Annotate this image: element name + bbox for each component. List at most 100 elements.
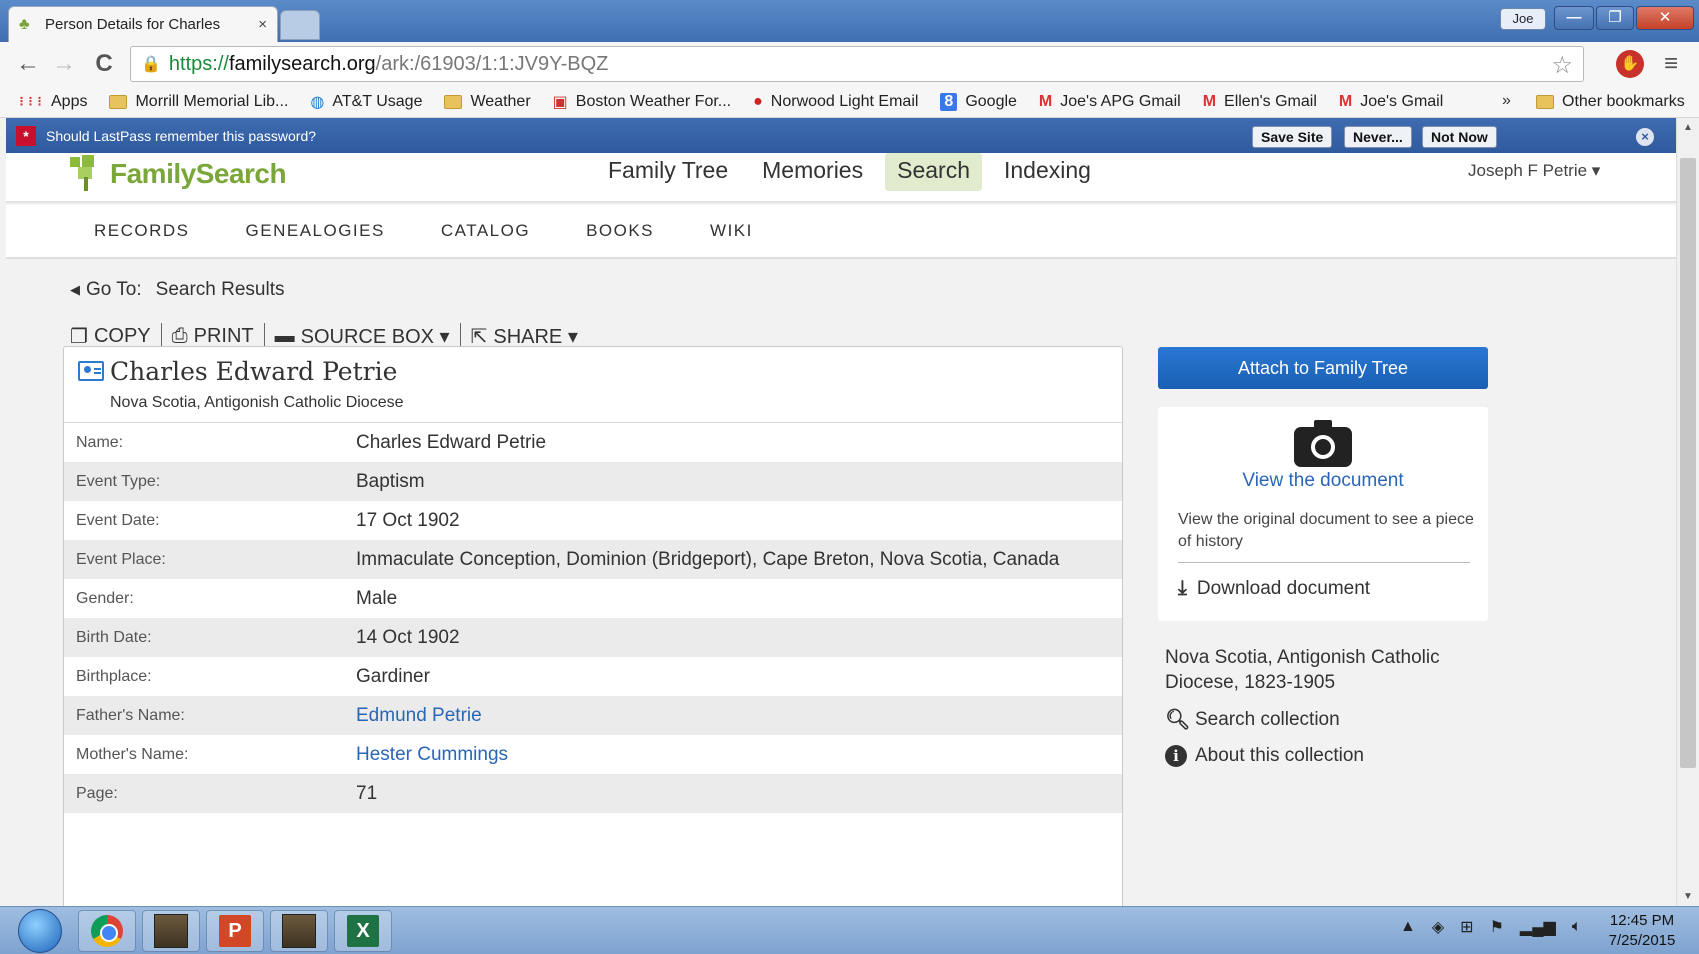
source-box-label: SOURCE BOX ▾ [300, 325, 450, 348]
bookmark-item[interactable]: M Joe's Gmail [1339, 93, 1443, 111]
page-scrollbar[interactable]: ▲ ▼ [1676, 118, 1699, 906]
folder-icon [1536, 95, 1554, 109]
bookmark-item[interactable]: ⋮⋮⋮ Apps [16, 93, 87, 111]
bookmark-item[interactable]: M Ellen's Gmail [1203, 93, 1317, 111]
subnav-genealogies[interactable]: GENEALOGIES [246, 221, 385, 241]
bookmark-item[interactable]: 8 Google [940, 92, 1017, 111]
info-icon: i [1165, 745, 1187, 767]
windows-flag-icon[interactable]: ⊞ [1460, 917, 1473, 937]
field-value: 14 Oct 1902 [356, 618, 1122, 657]
bookmark-label: Norwood Light Email [770, 92, 919, 110]
nav-indexing[interactable]: Indexing [992, 153, 1103, 191]
page-content: FamilySearch Family Tree Memories Search In… [6, 153, 1676, 906]
bookmark-item[interactable]: M Joe's APG Gmail [1039, 93, 1181, 111]
field-value-link[interactable]: Edmund Petrie [356, 696, 1122, 735]
lastpass-save-site-button[interactable]: Save Site [1252, 126, 1333, 148]
volume-icon[interactable]: 🔈︎ [1572, 918, 1582, 936]
forward-button[interactable]: → [50, 50, 78, 78]
start-button[interactable] [18, 909, 62, 953]
copy-button[interactable]: ❐ COPY [70, 324, 161, 349]
field-label: Event Type: [64, 462, 356, 501]
scrollbar-thumb[interactable] [1680, 158, 1696, 768]
field-value-link[interactable]: Hester Cummings [356, 735, 1122, 774]
close-window-button[interactable]: ✕ [1636, 6, 1694, 30]
table-row: Mother's Name: Hester Cummings [64, 735, 1122, 774]
scroll-down-icon[interactable]: ▼ [1683, 891, 1693, 902]
user-menu[interactable]: Joseph F Petrie ▾ [1468, 161, 1600, 181]
taskbar-chrome[interactable] [78, 910, 136, 952]
about-collection-label: About this collection [1195, 745, 1364, 766]
lastpass-close-icon[interactable]: × [1636, 128, 1654, 146]
network-icon[interactable]: ▂▄▆ [1520, 917, 1556, 937]
field-label: Event Date: [76, 511, 160, 529]
bookmarks-overflow-button[interactable]: » [1502, 92, 1511, 110]
download-document-link[interactable]: ⤓ Download document [1178, 577, 1370, 600]
scroll-up-icon[interactable]: ▲ [1683, 122, 1693, 133]
adblock-extension-icon[interactable]: ✋ [1616, 50, 1644, 78]
bookmarks-bar: ⋮⋮⋮ Apps Morrill Memorial Lib... ◍ AT&T Usag… [0, 86, 1699, 118]
subnav-wiki[interactable]: WIKI [710, 221, 753, 241]
photo-icon [154, 914, 188, 948]
subnav-catalog[interactable]: CATALOG [441, 221, 530, 241]
browser-tab-active[interactable]: ♣ Person Details for Charles × [8, 6, 278, 42]
tray-app-icon[interactable]: ◈ [1432, 917, 1444, 937]
chrome-menu-icon[interactable]: ≡ [1664, 50, 1678, 78]
print-button[interactable]: ⎙ PRINT [162, 325, 264, 348]
logo-text: FamilySearch [110, 158, 287, 189]
address-bar[interactable]: 🔒 https://familysearch.org/ark:/61903/1:… [130, 46, 1584, 82]
download-icon: ⤓ [1178, 577, 1187, 599]
subnav-books[interactable]: BOOKS [586, 221, 654, 241]
taskbar-powerpoint[interactable]: P [206, 910, 264, 952]
taskbar-photo-1[interactable] [142, 910, 200, 952]
nav-search[interactable]: Search [885, 153, 982, 191]
search-icon: 🔍︎ [1165, 709, 1191, 731]
about-collection-link[interactable]: i About this collection [1165, 745, 1364, 767]
source-box-button[interactable]: ▬ SOURCE BOX ▾ [265, 324, 460, 349]
minimize-button[interactable]: — [1554, 6, 1594, 30]
bookmark-label: Ellen's Gmail [1224, 92, 1317, 110]
bookmark-item[interactable]: ◍ AT&T Usage [310, 92, 422, 112]
box-icon: ▬ [274, 324, 295, 347]
action-center-flag-icon[interactable]: ⚑ [1490, 917, 1504, 937]
bookmark-item[interactable]: Weather [444, 93, 531, 111]
table-row: Birth Date: 14 Oct 1902 [64, 618, 1122, 657]
search-collection-link[interactable]: 🔍︎ Search collection [1165, 709, 1340, 731]
taskbar-clock[interactable]: 12:45 PM 7/25/2015 [1598, 911, 1686, 951]
subnav-records[interactable]: RECORDS [94, 221, 190, 241]
record-header: Charles Edward Petrie Nova Scotia, Antig… [64, 347, 1122, 423]
tray-expand-icon[interactable]: ▲ [1400, 918, 1416, 936]
lastpass-never-button[interactable]: Never... [1344, 126, 1412, 148]
other-bookmarks[interactable]: Other bookmarks [1536, 86, 1685, 118]
table-row: Event Date: 17 Oct 1902 [64, 501, 1122, 540]
table-row: Page: 71 [64, 774, 1122, 813]
goto-label: Go To: [86, 279, 142, 300]
new-tab-button[interactable] [280, 10, 320, 40]
reload-button[interactable]: C [90, 50, 118, 78]
clock-time: 12:45 PM [1609, 912, 1675, 929]
attach-to-family-tree-button[interactable]: Attach to Family Tree [1158, 347, 1488, 389]
search-results-link[interactable]: Search Results [156, 279, 285, 301]
folder-icon [109, 94, 128, 109]
familysearch-logo[interactable]: FamilySearch [70, 155, 287, 193]
tab-title: Person Details for Charles [45, 16, 221, 33]
tab-close-icon[interactable]: × [258, 16, 267, 33]
taskbar-excel[interactable]: X [334, 910, 392, 952]
field-value: 17 Oct 1902 [356, 509, 460, 531]
field-value: Immaculate Conception, Dominion (Bridgep… [356, 540, 1122, 579]
nav-memories[interactable]: Memories [750, 153, 875, 191]
view-document-link[interactable]: View the document [1158, 470, 1488, 492]
bookmark-item[interactable]: Morrill Memorial Lib... [109, 93, 288, 111]
taskbar-photo-2[interactable] [270, 910, 328, 952]
bookmark-star-icon[interactable]: ☆ [1551, 51, 1573, 80]
bookmark-item[interactable]: ● Norwood Light Email [753, 93, 918, 111]
bookmark-item[interactable]: ▣ Boston Weather For... [553, 92, 731, 112]
back-button[interactable]: ← [14, 50, 42, 78]
familysearch-favicon-icon: ♣ [19, 15, 30, 33]
lastpass-not-now-button[interactable]: Not Now [1422, 126, 1497, 148]
nav-family-tree[interactable]: Family Tree [596, 153, 740, 191]
profile-badge[interactable]: Joe [1500, 8, 1546, 30]
gmail-icon: M [1038, 92, 1053, 110]
camera-icon[interactable] [1294, 420, 1352, 467]
share-button[interactable]: ⇱ SHARE ▾ [461, 324, 588, 349]
maximize-button[interactable]: ❐ [1596, 6, 1634, 30]
